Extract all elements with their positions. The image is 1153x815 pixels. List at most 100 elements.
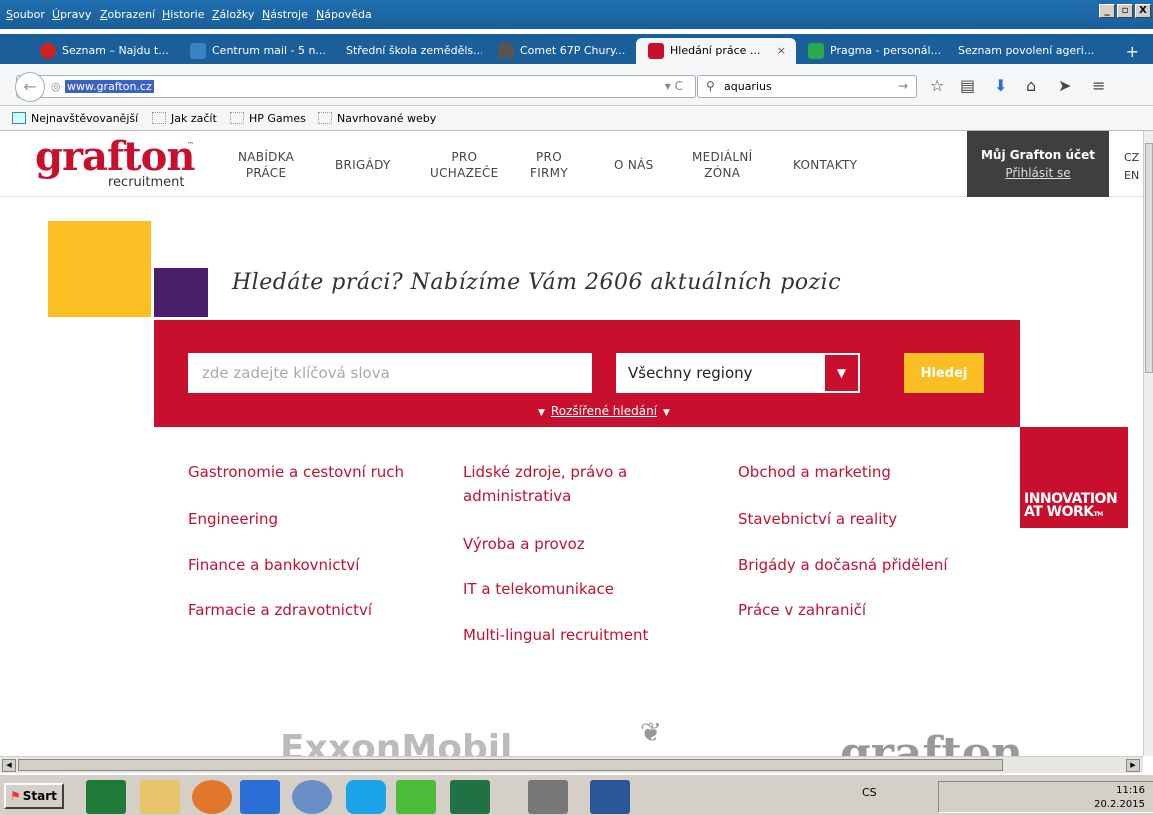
new-tab-button[interactable]: +: [1126, 42, 1139, 61]
tab-seznam-povoleni[interactable]: Seznam povolení ageri...: [946, 38, 1110, 64]
lang-en[interactable]: EN: [1124, 169, 1139, 182]
skype-icon[interactable]: [346, 780, 386, 814]
language-indicator[interactable]: CS: [862, 786, 877, 799]
nav-pro-uchazece[interactable]: PRO UCHAZEČE: [430, 149, 499, 181]
category-brigady[interactable]: Brigády a dočasná přidělení: [738, 553, 948, 577]
keyword-search-input[interactable]: [188, 353, 592, 393]
tab-centrum[interactable]: Centrum mail - 5 n...: [178, 38, 326, 64]
horizontal-scroll-thumb[interactable]: [18, 759, 1003, 771]
outlook-icon[interactable]: [240, 780, 280, 814]
search-bar[interactable]: ⚲ aquarius →: [697, 75, 917, 98]
reading-list-icon[interactable]: ▤: [960, 76, 975, 95]
tab-seznam[interactable]: Seznam – Najdu t...: [28, 38, 178, 64]
grafton-logo[interactable]: grafton: [35, 133, 195, 180]
category-zahranici[interactable]: Práce v zahraničí: [738, 598, 866, 622]
advanced-search-toggle[interactable]: ▼ Rozšířené hledání ▼: [538, 404, 670, 418]
icq-icon[interactable]: [396, 780, 436, 814]
nav-medialni-zona[interactable]: MEDIÁLNÍ ZÓNA: [692, 149, 753, 181]
partner-crest-logo: ❦: [640, 720, 662, 748]
tab-label: Seznam – Najdu t...: [62, 44, 169, 57]
globe-icon: ◎: [51, 80, 61, 93]
region-select[interactable]: Všechny regiony ▼: [616, 353, 860, 393]
firefox-icon[interactable]: [192, 780, 232, 814]
word-icon[interactable]: [590, 780, 630, 814]
bookmark-star-icon[interactable]: ☆: [930, 76, 944, 95]
category-stavebnictvi[interactable]: Stavebnictví a reality: [738, 507, 897, 531]
tab-pragma[interactable]: Pragma - personál...: [796, 38, 948, 64]
search-icon: ⚲: [706, 79, 715, 93]
bookmark-page-icon: [318, 112, 332, 124]
search-query[interactable]: aquarius: [724, 80, 772, 93]
vertical-scroll-thumb[interactable]: [1145, 143, 1153, 373]
back-arrow-icon[interactable]: ←: [15, 72, 45, 102]
menu-upravy[interactable]: Úpravy: [52, 8, 91, 21]
category-obchod[interactable]: Obchod a marketing: [738, 460, 891, 484]
reload-icon[interactable]: ▾ C: [665, 79, 683, 93]
menu-nastroje[interactable]: Nástroje: [262, 8, 308, 21]
bookmark-folder-icon: [12, 112, 26, 124]
tab-label: Střední škola zeměděls...: [346, 44, 482, 57]
clock[interactable]: 11:16 20.2.2015: [1094, 784, 1145, 812]
category-multilingual[interactable]: Multi-lingual recruitment: [463, 623, 648, 647]
scroll-right-arrow-icon[interactable]: ▶: [1126, 759, 1140, 772]
bookmark-navrhovane[interactable]: Navrhované weby: [318, 112, 436, 125]
hero-headline: Hledáte práci? Nabízíme Vám 2606 aktuáln…: [232, 270, 842, 295]
tab-label: Hledání práce ...: [670, 44, 761, 57]
bookmark-page-icon: [230, 112, 244, 124]
nav-brigady[interactable]: BRIGÁDY: [335, 157, 391, 173]
menu-historie[interactable]: Historie: [162, 8, 204, 21]
home-icon[interactable]: ⌂: [1026, 76, 1036, 95]
bookmark-jak-zacit[interactable]: Jak začít: [152, 112, 217, 125]
tab-label: Comet 67P Chury...: [520, 44, 626, 57]
url-text[interactable]: www.grafton.cz: [65, 80, 154, 93]
category-gastronomie[interactable]: Gastronomie a cestovní ruch: [188, 460, 404, 484]
chevron-down-icon[interactable]: ▼: [823, 353, 860, 393]
search-go-icon[interactable]: →: [898, 79, 908, 93]
category-engineering[interactable]: Engineering: [188, 507, 278, 531]
menu-soubor[interactable]: Soubor: [6, 8, 45, 21]
category-lidske-zdroje-line2[interactable]: administrativa: [463, 484, 571, 508]
excel-icon[interactable]: [450, 780, 490, 814]
folder-icon[interactable]: [140, 780, 180, 814]
menu-zalozky[interactable]: Záložky: [212, 8, 254, 21]
vertical-scrollbar[interactable]: [1143, 131, 1153, 756]
seznam-favicon-icon: [40, 43, 56, 59]
pdf-icon[interactable]: [528, 780, 568, 814]
category-finance[interactable]: Finance a bankovnictví: [188, 553, 359, 577]
close-tab-icon[interactable]: ×: [777, 44, 786, 57]
pragma-favicon-icon: [808, 43, 824, 59]
nav-pro-firmy[interactable]: PRO FIRMY: [530, 149, 568, 181]
nav-nabidka-prace[interactable]: NABÍDKA PRÁCE: [238, 149, 294, 181]
bookmark-most-visited[interactable]: Nejnavštěvovanější: [12, 112, 138, 125]
maximize-button[interactable]: ▫: [1117, 4, 1133, 18]
search-button[interactable]: Hledej: [904, 353, 984, 393]
horizontal-scrollbar[interactable]: ◀ ▶: [0, 756, 1143, 773]
nav-o-nas[interactable]: O NÁS: [614, 157, 654, 173]
download-icon[interactable]: ⬇: [994, 76, 1007, 95]
tab-hledani-prace[interactable]: Hledání práce ... ×: [636, 38, 796, 64]
category-lidske-zdroje[interactable]: Lidské zdroje, právo a: [463, 460, 627, 484]
network-icon[interactable]: [292, 780, 332, 814]
minimize-button[interactable]: _: [1099, 4, 1115, 18]
scroll-left-arrow-icon[interactable]: ◀: [2, 759, 16, 772]
url-bar[interactable]: ← ◎ www.grafton.cz ▾ C: [15, 72, 696, 102]
tab-stredni-skola[interactable]: Střední škola zeměděls...: [312, 38, 482, 64]
nav-kontakty[interactable]: KONTAKTY: [793, 157, 857, 173]
category-it[interactable]: IT a telekomunikace: [463, 577, 614, 601]
menu-hamburger-icon[interactable]: ≡: [1092, 76, 1105, 95]
send-icon[interactable]: ➤: [1058, 76, 1071, 95]
chart-app-icon[interactable]: [86, 780, 126, 814]
login-link[interactable]: Přihlásit se: [967, 166, 1109, 180]
category-vyroba[interactable]: Výroba a provoz: [463, 532, 585, 556]
close-window-button[interactable]: X: [1135, 4, 1151, 18]
centrum-favicon-icon: [190, 43, 206, 59]
category-farmacie[interactable]: Farmacie a zdravotnictví: [188, 598, 372, 622]
bookmark-hp-games[interactable]: HP Games: [230, 112, 306, 125]
lang-cz[interactable]: CZ: [1124, 151, 1139, 164]
account-title: Můj Grafton účet: [980, 148, 1096, 162]
start-button[interactable]: ⚑ Start: [4, 783, 64, 809]
menu-napoveda[interactable]: Nápověda: [316, 8, 372, 21]
region-selected-value: Všechny regiony: [628, 364, 753, 382]
menu-zobrazeni[interactable]: Zobrazení: [100, 8, 155, 21]
tab-comet[interactable]: Comet 67P Chury...: [486, 38, 630, 64]
